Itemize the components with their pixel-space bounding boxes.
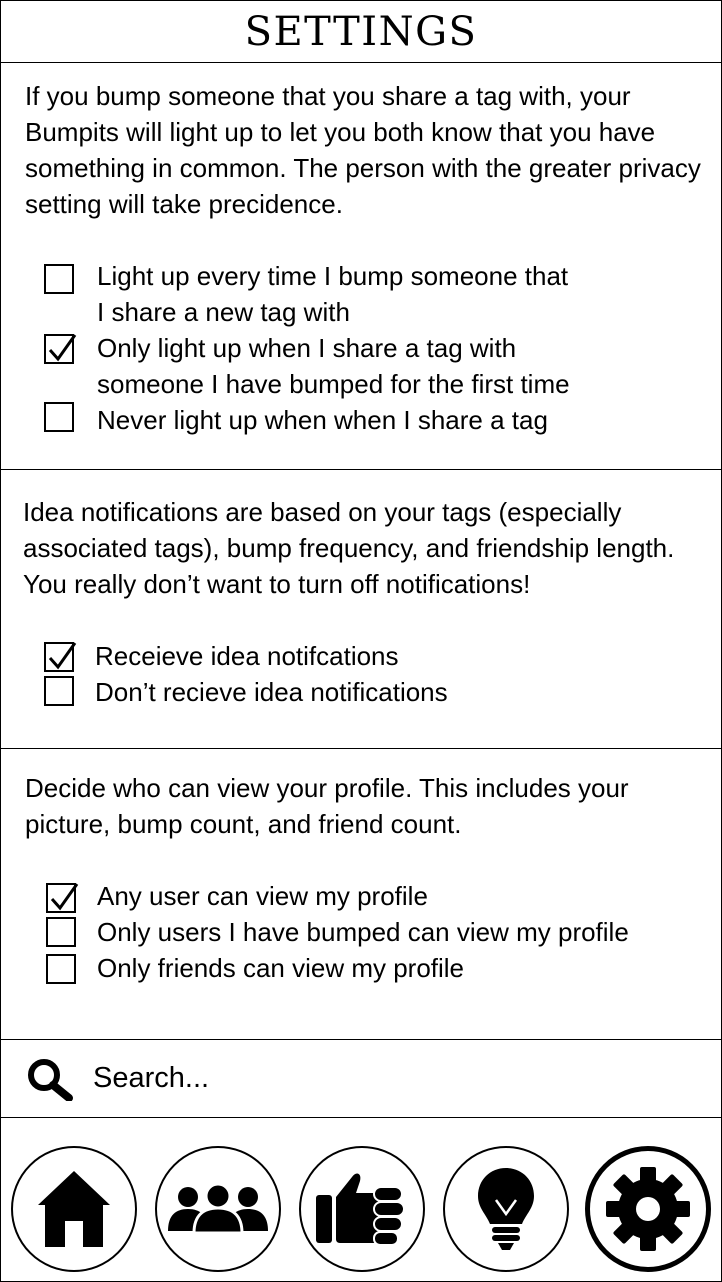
- checkbox[interactable]: [44, 642, 77, 672]
- gear-icon: [606, 1167, 690, 1251]
- checkmark-icon: [48, 334, 77, 362]
- nav-bump-button[interactable]: [299, 1146, 425, 1272]
- option-label: Only light up when I share a tag with: [97, 333, 517, 363]
- option-label: Only users I have bumped can view my pro…: [97, 917, 629, 947]
- option-label: someone I have bumped for the first time: [97, 369, 570, 399]
- checkbox[interactable]: [44, 264, 74, 294]
- checkbox[interactable]: [46, 883, 79, 913]
- lightbulb-icon: [478, 1168, 534, 1250]
- option-label: Only friends can view my profile: [97, 953, 465, 983]
- checkbox[interactable]: [44, 334, 77, 364]
- phone-frame: SETTINGS If you bump someone that you sh…: [0, 0, 722, 1282]
- page-title: SETTINGS: [244, 9, 478, 55]
- option-label: Any user can view my profile: [97, 881, 428, 911]
- checkmark-icon: [48, 642, 77, 670]
- option-label: Never light up when when I share a tag: [97, 405, 548, 435]
- idea-notifications-description: Idea notifications are based on your tag…: [23, 497, 675, 599]
- profile-visibility-section: Decide who can view your profile. This i…: [1, 749, 721, 1039]
- option-label: Receieve idea notifcations: [95, 641, 399, 671]
- fist-bump-icon: [316, 1173, 405, 1246]
- option-label: I share a new tag with: [97, 297, 350, 327]
- checkbox[interactable]: [46, 917, 76, 947]
- profile-visibility-description: Decide who can view your profile. This i…: [25, 773, 629, 839]
- idea-notifications-section: Idea notifications are based on your tag…: [1, 470, 721, 748]
- checkbox[interactable]: [44, 676, 74, 706]
- nav-home-button[interactable]: [11, 1146, 137, 1272]
- bump-light-section: If you bump someone that you share a tag…: [1, 63, 721, 469]
- checkbox[interactable]: [44, 402, 74, 432]
- bump-light-description: If you bump someone that you share a tag…: [25, 81, 701, 219]
- option-label: Light up every time I bump someone that: [97, 261, 569, 291]
- checkmark-icon: [50, 883, 79, 911]
- option-label: Don’t recieve idea notifications: [95, 677, 448, 707]
- friends-icon: [168, 1183, 268, 1235]
- nav-friends-button[interactable]: [155, 1146, 281, 1272]
- search-input[interactable]: Search...: [93, 1059, 209, 1097]
- search-bar[interactable]: Search...: [1, 1039, 721, 1117]
- divider: [1, 1117, 721, 1118]
- search-icon: [28, 1059, 73, 1101]
- nav-ideas-button[interactable]: [443, 1146, 569, 1272]
- home-icon: [38, 1171, 110, 1247]
- checkbox[interactable]: [46, 954, 76, 984]
- nav-settings-button[interactable]: [585, 1146, 711, 1272]
